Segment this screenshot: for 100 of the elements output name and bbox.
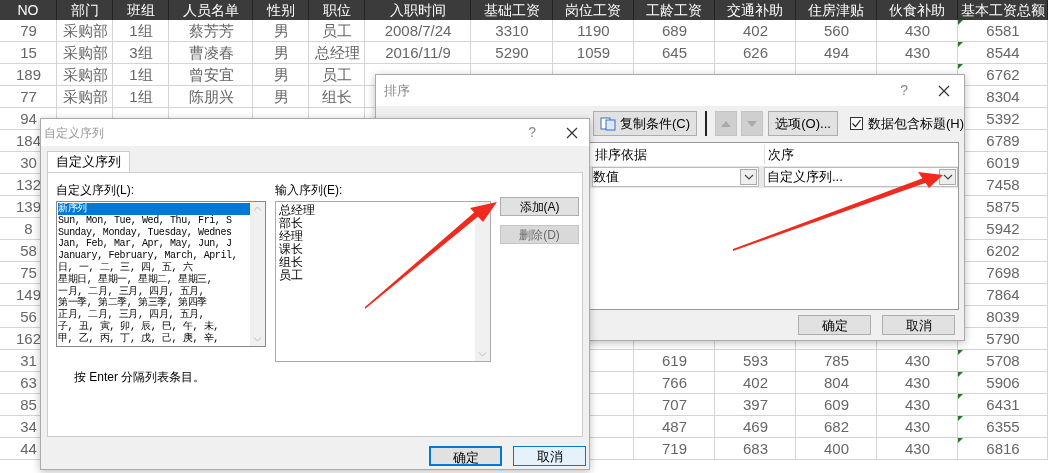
table-cell-text: 3组 <box>129 43 153 63</box>
table-cell-text: 645 <box>662 43 687 63</box>
input-field[interactable]: 总经理 部长 经理 课长 组长 员工 <box>275 201 491 362</box>
table-cell-text: 184 <box>16 131 41 151</box>
entry-line: 课长 <box>279 243 304 256</box>
table-cell-text: 139 <box>16 197 41 217</box>
table-cell-text: 400 <box>824 439 849 459</box>
table-cell-text: 曹凌春 <box>188 43 234 63</box>
table-cell-text: 采购部 <box>62 21 108 41</box>
table-cell-text: 6816 <box>986 439 1020 459</box>
list-item[interactable]: 子, 丑, 寅, 卯, 辰, 巳, 午, 未, <box>58 320 250 333</box>
list-item[interactable]: Sun, Mon, Tue, Wed, Thu, Fri, S <box>58 214 250 227</box>
table-cell-text: 5708 <box>986 351 1020 371</box>
ok-button[interactable]: 确定 <box>429 446 502 466</box>
ok-button[interactable]: 确定 <box>798 315 871 335</box>
table-cell-text: 8 <box>24 219 33 239</box>
checkbox-label: 数据包含标题(H) <box>867 114 964 133</box>
table-cell-text: 1组 <box>129 65 153 85</box>
table-cell-text: 15 <box>20 43 37 63</box>
table-cell-text: 3310 <box>495 21 529 41</box>
table-cell-text: 189 <box>16 65 41 85</box>
table-cell-text: 5790 <box>986 329 1020 349</box>
help-button[interactable]: ? <box>528 122 536 143</box>
tab[interactable]: 自定义序列 <box>47 151 130 172</box>
table-cell-text: 402 <box>743 21 768 41</box>
window-title: 自定义序列 <box>44 124 105 142</box>
table-cell-text: 30 <box>20 153 37 173</box>
table-cell-text: 63 <box>20 373 37 393</box>
table-cell-text: 430 <box>905 417 930 437</box>
table-cell-text: 男 <box>273 65 289 85</box>
field-label: 自定义序列(L): <box>56 182 135 199</box>
table-cell-text: 员工 <box>322 21 352 41</box>
cancel-button[interactable]: 取消 <box>513 446 586 466</box>
entry-line: 部长 <box>279 217 304 230</box>
table-cell-text: 男 <box>273 87 289 107</box>
dropdown[interactable]: 自定义序列... <box>764 167 958 187</box>
add-button[interactable]: 添加(A) <box>500 197 579 216</box>
table-cell-text: 5392 <box>986 109 1020 129</box>
table-cell-text: 8544 <box>986 43 1020 63</box>
window-title: 排序 <box>384 81 411 100</box>
table-cell-text: 75 <box>20 263 37 283</box>
entry-line: 经理 <box>279 230 304 243</box>
table-cell-text: 31 <box>20 351 37 371</box>
entry-line: 总经理 <box>279 204 316 217</box>
field-label: 输入序列(E): <box>275 182 344 199</box>
table-cell-text: 1190 <box>577 21 610 41</box>
table-cell-text: 7698 <box>986 263 1020 283</box>
hint-text: 按 Enter 分隔列表条目。 <box>74 369 207 386</box>
table-cell-text: 1组 <box>129 21 153 41</box>
table-cell-text: 430 <box>905 351 930 371</box>
list-item[interactable]: 星期日, 星期一, 星期二, 星期三, <box>58 273 250 286</box>
table-cell-text: 44 <box>20 439 37 459</box>
table-cell-text: 6019 <box>986 153 1020 173</box>
column-header: 次序 <box>764 144 794 165</box>
table-cell-text: 132 <box>16 175 41 195</box>
table-cell-text: 6581 <box>986 21 1020 41</box>
list-item[interactable]: January, February, March, April, <box>58 250 250 262</box>
table-cell-text: 430 <box>905 439 930 459</box>
list-item[interactable]: Jan, Feb, Mar, Apr, May, Jun, J <box>58 238 250 251</box>
list-item[interactable]: 甲, 乙, 丙, 丁, 戊, 己, 庚, 辛, <box>58 332 250 345</box>
table-cell-text: 陈朋兴 <box>188 87 234 107</box>
table-cell-text: 804 <box>824 373 849 393</box>
table-cell-text: 8039 <box>986 307 1020 327</box>
table-cell-text: 6762 <box>986 65 1020 85</box>
table-cell-text: 719 <box>662 439 687 459</box>
table-cell-text: 2016/11/9 <box>385 43 451 63</box>
column-header: 排序依据 <box>594 145 648 164</box>
table-cell-text: 组长 <box>322 87 352 107</box>
table-cell-text: 85 <box>20 395 37 415</box>
dropdown[interactable]: 数值 <box>592 167 759 187</box>
table-cell-text: 785 <box>824 351 849 371</box>
table-cell-text: 34 <box>20 417 37 437</box>
table-cell-text: 430 <box>905 21 930 41</box>
table-cell-text: 707 <box>662 395 687 415</box>
table-cell-text: 6202 <box>986 241 1020 261</box>
table-cell-text: 6431 <box>986 395 1020 415</box>
table-cell-text: 5875 <box>986 197 1020 217</box>
entry-line: 组长 <box>279 256 304 269</box>
table-cell-text: 6789 <box>986 131 1020 151</box>
table-cell-text: 7458 <box>986 175 1020 195</box>
table-cell-text: 766 <box>662 373 687 393</box>
list-item[interactable]: 一月, 二月, 三月, 四月, 五月, <box>58 285 250 298</box>
table-cell-text: 1059 <box>576 43 611 63</box>
table-cell-text: 6355 <box>986 417 1020 437</box>
list-item[interactable]: 第一季, 第二季, 第三季, 第四季 <box>58 297 250 310</box>
list-item[interactable]: 新序列 <box>58 203 250 215</box>
options-button[interactable]: 选项(O)... <box>768 111 838 136</box>
table-cell-text: 689 <box>662 21 687 41</box>
list-item[interactable]: Sunday, Monday, Tuesday, Wednes <box>58 226 250 239</box>
list-item[interactable]: 正月, 二月, 三月, 四月, 五月, <box>58 309 250 321</box>
help-button[interactable]: ? <box>900 80 908 101</box>
table-cell-text: 402 <box>743 373 768 393</box>
table-cell-text: 1组 <box>129 87 153 107</box>
table-cell-text: 采购部 <box>62 43 108 63</box>
cancel-button[interactable]: 取消 <box>882 315 955 335</box>
copy-condition-button[interactable]: 复制条件(C) <box>593 111 698 136</box>
table-cell-text: 94 <box>20 109 37 129</box>
table-cell-text: 5942 <box>986 219 1020 239</box>
list-item[interactable]: 日, 一, 二, 三, 四, 五, 六 <box>58 262 250 274</box>
table-cell-text: 总经理 <box>314 43 360 63</box>
